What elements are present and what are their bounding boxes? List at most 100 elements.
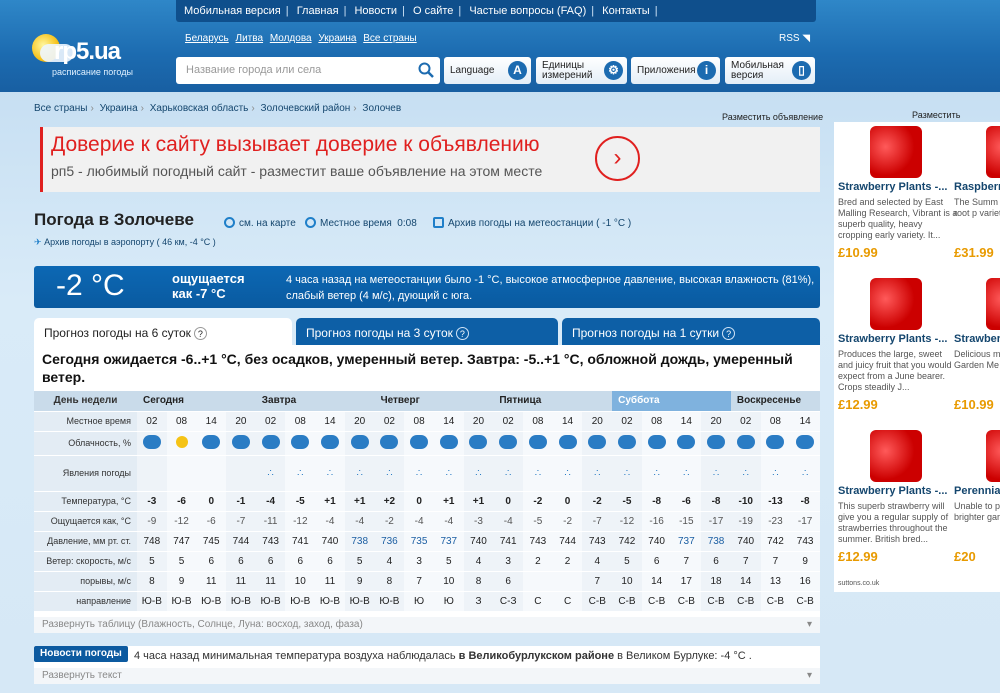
product-image[interactable] [870, 126, 922, 178]
units-button[interactable]: Единицы измерений ⚙ [536, 57, 627, 84]
product-name[interactable]: Strawberry Plants -... [838, 182, 958, 193]
crumb-town[interactable]: Золочев [362, 103, 401, 114]
menu-about[interactable]: О сайте [413, 5, 453, 17]
forecast-cell: -1 [226, 491, 256, 512]
phenomena-row: Явления погоды ∴ ∴ ∴ ∴ ∴ ∴ ∴ ∴ ∴ ∴ ∴ ∴ ∴ ∴ ∴ ∴ ∴ ∴ ∴ [34, 455, 820, 492]
precip-icon: ∴ [267, 467, 274, 479]
menu-home[interactable]: Главная [297, 5, 339, 17]
product-image[interactable] [870, 430, 922, 482]
tab-3-days[interactable]: Прогноз погоды на 3 суток? [296, 318, 558, 346]
forecast-cell: 0 [493, 491, 524, 512]
local-time: Местное время 0:08 [305, 217, 417, 229]
tab-1-day[interactable]: Прогноз погоды на 1 сутки? [562, 318, 820, 346]
search-icon[interactable] [418, 62, 434, 78]
ad-source: suttons.co.uk [838, 580, 880, 587]
menu-mobile[interactable]: Мобильная версия [184, 5, 281, 17]
country-moldova[interactable]: Молдова [270, 33, 312, 44]
product-image[interactable] [986, 430, 1000, 482]
expand-table-link[interactable]: Развернуть таблицу (Влажность, Солнце, Л… [34, 617, 820, 633]
language-button[interactable]: Language A [444, 57, 531, 84]
forecast-cell: 0 [404, 491, 434, 512]
forecast-cell: ∴ [701, 455, 731, 492]
product-name[interactable]: Strawber [954, 334, 1000, 345]
forecast-cell [433, 431, 464, 456]
mobile-button[interactable]: Мобильная версия ▯ [725, 57, 815, 84]
forecast-cell: 745 [196, 531, 227, 552]
forecast-cell: 14 [730, 571, 761, 592]
ad-product[interactable]: Raspberr The Summ Collection bare root p … [954, 126, 1000, 259]
product-name[interactable]: Strawberry Plants -... [838, 486, 958, 497]
country-ukraine[interactable]: Украина [318, 33, 356, 44]
row-label: порывы, м/с [34, 571, 137, 592]
crumb-district[interactable]: Золочевский район [261, 103, 351, 114]
product-image[interactable] [986, 126, 1000, 178]
country-lithuania[interactable]: Литва [236, 33, 264, 44]
mobile-label: Мобильная версия [731, 59, 784, 81]
archive-icon [433, 217, 444, 228]
apps-button[interactable]: Приложения i [631, 57, 720, 84]
precip-icon: ∴ [564, 467, 571, 479]
product-name[interactable]: Perennia [954, 486, 1000, 497]
side-ad-label[interactable]: Разместить [912, 110, 960, 120]
search-input[interactable]: Название города или села [176, 57, 440, 84]
forecast-cell: ∴ [463, 455, 494, 492]
site-logo[interactable]: rp5.ua расписание погоды [30, 28, 140, 88]
ad-product[interactable]: Strawberry Plants -... Bred and selected … [838, 126, 958, 259]
station-archive-link[interactable]: Архив погоды на метеостанции ( -1 °C ) [433, 217, 631, 229]
forecast-cell: С-В [790, 591, 820, 612]
arrow-right-icon[interactable]: › [595, 136, 640, 181]
ad-product[interactable]: Strawberry Plants -... Produces the large… [838, 278, 958, 411]
help-icon[interactable]: ? [455, 327, 469, 340]
airport-archive-link[interactable]: ✈ Архив погоды в аэропорту ( 46 км, -4 °… [34, 237, 216, 248]
forecast-cell: 6 [226, 551, 256, 572]
rss-link[interactable]: RSS ◥ [779, 33, 810, 44]
forecast-cell: +1 [344, 491, 375, 512]
cloud-icon [766, 434, 785, 449]
forecast-cell [137, 455, 167, 492]
forecast-cell: 0 [196, 491, 227, 512]
day-header: Пятница [493, 391, 613, 412]
product-name[interactable]: Strawberry Plants -... [838, 334, 958, 345]
search-placeholder: Название города или села [186, 64, 322, 76]
country-belarus[interactable]: Беларусь [185, 33, 229, 44]
expand-text-link[interactable]: Развернуть текст ▾ [34, 668, 820, 684]
ad-product[interactable]: Strawber Delicious m perfect for Garden M… [954, 278, 1000, 411]
day-header: Сегодня [137, 391, 256, 412]
forecast-cell: 17 [671, 571, 702, 592]
logo-tagline: расписание погоды [52, 67, 133, 77]
forecast-cell [226, 431, 256, 456]
forecast-cell: 9 [166, 571, 197, 592]
menu-news[interactable]: Новости [354, 5, 397, 17]
crumb-region[interactable]: Харьковская область [150, 103, 249, 114]
place-ad-link[interactable]: Разместить объявление [722, 112, 823, 122]
menu-contacts[interactable]: Контакты [602, 5, 650, 17]
forecast-cell [612, 431, 642, 456]
feels-value: как -7 °C [172, 286, 226, 301]
news-text: 4 часа назад минимальная температура воз… [134, 650, 456, 662]
cloud-icon [261, 434, 280, 449]
ad-product[interactable]: Strawberry Plants -... This superb strawb… [838, 430, 958, 563]
ad-product[interactable]: Perennia Unable to perennial p for bright… [954, 430, 1000, 563]
forecast-cell: 14 [671, 411, 702, 432]
row-label: направление [34, 591, 137, 612]
row-label: Явления погоды [34, 455, 137, 492]
product-image[interactable] [986, 278, 1000, 330]
forecast-cell: -17 [790, 511, 820, 532]
news-label[interactable]: Новости погоды [34, 646, 128, 662]
tab-6-days[interactable]: Прогноз погоды на 6 суток? [34, 318, 292, 346]
menu-faq[interactable]: Частые вопросы (FAQ) [469, 5, 586, 17]
map-link[interactable]: см. на карте [224, 217, 296, 229]
ad-banner[interactable]: Доверие к сайту вызывает доверие к объяв… [40, 127, 820, 192]
crumb-country[interactable]: Украина [100, 103, 138, 114]
forecast-cell: Ю-В [226, 591, 256, 612]
help-icon[interactable]: ? [722, 327, 736, 340]
help-icon[interactable]: ? [193, 327, 207, 340]
country-all[interactable]: Все страны [363, 33, 416, 44]
chevron-down-icon: ▾ [806, 619, 812, 630]
forecast-cell: 5 [166, 551, 197, 572]
product-image[interactable] [870, 278, 922, 330]
crumb-all[interactable]: Все страны [34, 103, 87, 114]
product-name[interactable]: Raspberr [954, 182, 1000, 193]
forecast-cell: Ю-В [166, 591, 197, 612]
forecast-cell: 7 [730, 551, 761, 572]
